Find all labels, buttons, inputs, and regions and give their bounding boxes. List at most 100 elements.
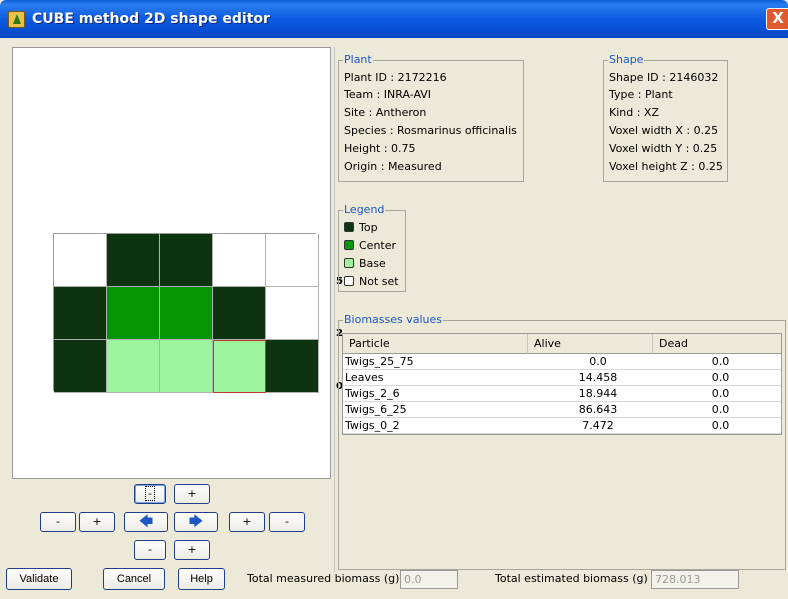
alive-cell: 0.0 <box>589 355 607 368</box>
column-header-particle[interactable]: Particle <box>343 334 528 354</box>
table-row[interactable]: Twigs_6_25 86.643 0.0 <box>343 402 781 418</box>
voxel-cell-center[interactable] <box>107 287 160 340</box>
column-header-dead[interactable]: Dead <box>653 334 783 354</box>
plant-team: Team : INRA-AVI <box>344 88 432 101</box>
legend-item-center[interactable]: Center <box>344 238 396 253</box>
plant-panel-title: Plant <box>343 53 373 67</box>
voxel-cell-top[interactable] <box>266 340 319 393</box>
shape-kind: Kind : XZ <box>609 106 659 119</box>
window-title: CUBE method 2D shape editor <box>32 11 270 27</box>
table-row[interactable]: Twigs_25_75 0.0 0.0 <box>343 354 781 370</box>
biomass-panel-title: Biomasses values <box>343 313 444 327</box>
voxel-cell-notset[interactable] <box>266 234 319 287</box>
voxel-width-x: Voxel width X : 0.25 <box>609 124 719 137</box>
table-row[interactable]: Twigs_2_6 18.944 0.0 <box>343 386 781 402</box>
biomass-panel: Biomasses values Particle Alive Dead Twi… <box>338 313 786 570</box>
alive-cell: 18.944 <box>578 387 618 400</box>
voxel-cell-notset[interactable] <box>213 234 266 287</box>
zoom-out-button[interactable]: - <box>134 484 166 504</box>
grow-left-button[interactable]: + <box>79 512 115 532</box>
close-button[interactable]: X <box>766 8 788 30</box>
voxel-cell-notset[interactable] <box>266 287 319 340</box>
move-right-button[interactable]: 🡆 <box>174 512 218 532</box>
move-left-button[interactable]: 🡄 <box>124 512 168 532</box>
plant-height: Height : 0.75 <box>344 142 416 155</box>
dead-cell: 0.0 <box>711 355 730 368</box>
arrow-left-icon: 🡄 <box>138 514 154 530</box>
plant-site: Site : Antheron <box>344 106 427 119</box>
shape-panel-title: Shape <box>608 53 645 67</box>
cancel-button[interactable]: Cancel <box>103 568 165 590</box>
notset-swatch-icon <box>344 276 354 286</box>
particle-cell: Twigs_6_25 <box>345 403 407 416</box>
shrink-left-button[interactable]: - <box>40 512 76 532</box>
voxel-cell-top[interactable] <box>213 287 266 340</box>
voxel-cell-top[interactable] <box>107 234 160 287</box>
particle-cell: Twigs_2_6 <box>345 387 400 400</box>
dead-cell: 0.0 <box>711 419 730 432</box>
table-row[interactable]: Twigs_0_2 7.472 0.0 <box>343 418 781 434</box>
zoom-out-label: - <box>145 486 155 501</box>
legend-label: Not set <box>359 275 399 288</box>
title-bar: CUBE method 2D shape editor X <box>0 0 788 38</box>
voxel-cell-top[interactable] <box>54 340 107 393</box>
voxel-cell-base[interactable] <box>213 340 266 393</box>
shape-type: Type : Plant <box>609 88 673 101</box>
legend-item-top[interactable]: Top <box>344 220 378 235</box>
base-swatch-icon <box>344 258 354 268</box>
tree-icon <box>8 11 25 28</box>
column-header-alive[interactable]: Alive <box>528 334 653 354</box>
validate-button[interactable]: Validate <box>6 568 72 590</box>
voxel-grid[interactable] <box>53 233 319 393</box>
plant-id: Plant ID : 2172216 <box>344 71 447 84</box>
legend-label: Top <box>359 221 378 234</box>
top-swatch-icon <box>344 222 354 232</box>
legend-item-base[interactable]: Base <box>344 256 386 271</box>
plant-origin: Origin : Measured <box>344 160 442 173</box>
biomass-table: Particle Alive Dead Twigs_25_75 0.0 0.0 Lea… <box>342 333 782 435</box>
alive-cell: 14.458 <box>578 371 618 384</box>
legend-item-notset[interactable]: Not set <box>344 274 399 289</box>
voxel-cell-top[interactable] <box>54 287 107 340</box>
voxel-height-z: Voxel height Z : 0.25 <box>609 160 723 173</box>
shape-id: Shape ID : 2146032 <box>609 71 719 84</box>
alive-cell: 7.472 <box>582 419 614 432</box>
plant-panel: Plant Plant ID : 2172216 Team : INRA-AVI… <box>338 53 524 182</box>
voxel-cell-center[interactable] <box>160 287 213 340</box>
plant-species: Species : Rosmarinus officinalis <box>344 124 517 137</box>
dead-cell: 0.0 <box>711 371 730 384</box>
estimated-biomass-label: Total estimated biomass (g) <box>495 572 648 585</box>
legend-panel-title: Legend <box>343 203 386 217</box>
shrink-bottom-button[interactable]: - <box>134 540 166 560</box>
particle-cell: Twigs_25_75 <box>345 355 414 368</box>
particle-cell: Twigs_0_2 <box>345 419 400 432</box>
voxel-cell-notset[interactable] <box>54 234 107 287</box>
dead-cell: 0.0 <box>711 403 730 416</box>
shape-canvas[interactable]: 5 2 0 <box>12 47 343 479</box>
center-swatch-icon <box>344 240 354 250</box>
legend-panel: Legend Top Center Base Not set <box>338 203 406 292</box>
shrink-right-button[interactable]: - <box>269 512 305 532</box>
estimated-biomass-field[interactable]: 728.013 <box>651 570 739 589</box>
shape-panel: Shape Shape ID : 2146032 Type : Plant Ki… <box>603 53 728 182</box>
voxel-cell-top[interactable] <box>160 234 213 287</box>
measured-biomass-field[interactable]: 0.0 <box>400 570 458 589</box>
measured-biomass-label: Total measured biomass (g) <box>247 572 400 585</box>
alive-cell: 86.643 <box>578 403 618 416</box>
zoom-in-button[interactable]: + <box>174 484 210 504</box>
legend-label: Center <box>359 239 397 252</box>
table-row[interactable]: Leaves 14.458 0.0 <box>343 370 781 386</box>
grow-bottom-button[interactable]: + <box>174 540 210 560</box>
table-body: Twigs_25_75 0.0 0.0 Leaves 14.458 0.0 Twigs_2_… <box>343 354 781 434</box>
particle-cell: Leaves <box>345 371 384 384</box>
dead-cell: 0.0 <box>711 387 730 400</box>
help-button[interactable]: Help <box>178 568 225 590</box>
voxel-cell-base[interactable] <box>107 340 160 393</box>
voxel-width-y: Voxel width Y : 0.25 <box>609 142 718 155</box>
arrow-right-icon: 🡆 <box>188 514 204 530</box>
panel-divider <box>334 47 335 572</box>
legend-label: Base <box>359 257 386 270</box>
table-header: Particle Alive Dead <box>343 334 781 354</box>
grow-right-button[interactable]: + <box>229 512 265 532</box>
voxel-cell-base[interactable] <box>160 340 213 393</box>
